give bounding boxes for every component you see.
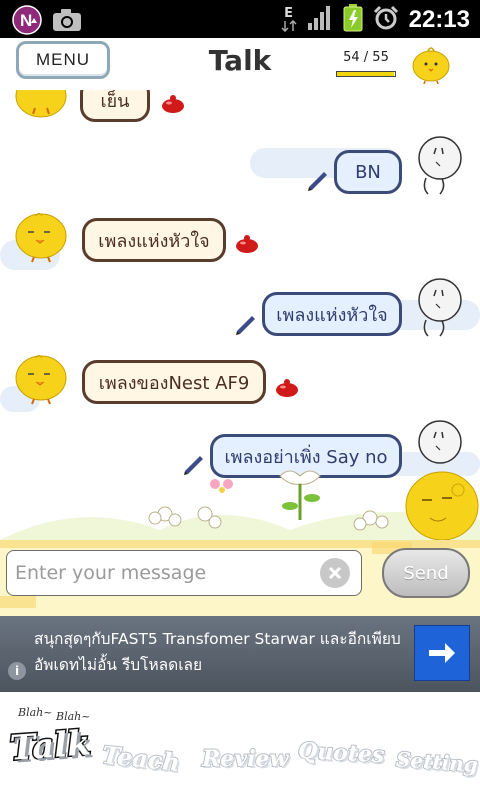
message-input[interactable] [6,550,362,596]
page-title: Talk [208,44,272,77]
tab-setting[interactable]: Setting [394,746,479,778]
chick-avatar-icon [14,352,70,410]
notification-n-icon: N [12,5,42,39]
ad-open-button[interactable] [414,625,470,681]
chat-area[interactable]: เย็น BN เพลงแห่งหัวใจ เพลงแห่งหัวใจ เพลง… [0,90,480,540]
stripe-decoration [0,596,36,608]
title-bar: MENU Talk 54 / 55 [0,38,480,90]
delete-bomb-icon[interactable] [234,232,260,258]
white-ghost-avatar-icon [412,278,464,342]
counter-progress-fill [337,72,394,76]
tab-talk[interactable]: Talk [7,722,93,771]
network-e-icon: E [281,7,297,32]
flower-scenery [0,470,480,540]
chick-avatar-icon [14,210,70,268]
edit-pencil-icon[interactable] [306,168,330,196]
message-bubble-sent: BN [334,150,402,194]
composer: Send [0,540,480,616]
white-ghost-avatar-icon [412,136,464,200]
tab-teach[interactable]: Teach [100,739,183,778]
delete-bomb-icon[interactable] [160,92,186,118]
ad-banner[interactable]: สนุกสุดๆกับFAST5 Transfomer Starwar และอ… [0,616,480,692]
tab-review[interactable]: Review [201,745,289,773]
clock: 22:13 [408,6,470,33]
status-bar: N E 22:13 [0,0,480,38]
message-bubble-sent: เพลงแห่งหัวใจ [262,292,402,336]
delete-bomb-icon[interactable] [274,376,300,402]
message-bubble-received: เพลงแห่งหัวใจ [82,218,226,262]
tab-quotes[interactable]: Quotes [296,737,386,769]
arrow-right-icon [429,643,455,663]
battery-charging-icon [343,4,363,36]
blah-decoration: Blah~ [56,710,91,723]
camera-icon [52,8,82,36]
clear-input-button[interactable] [320,558,350,588]
message-bubble-received: เย็น [80,90,150,122]
send-button[interactable]: Send [382,548,470,598]
alarm-icon [373,5,399,35]
blah-decoration: Blah~ [18,706,53,719]
svg-text:N: N [20,11,32,30]
chick-avatar-icon [14,90,70,126]
signal-icon [307,5,333,35]
counter-progress-bar [336,71,396,77]
chick-mascot-icon [410,44,454,88]
message-bubble-received: เพลงของNest AF9 [82,360,266,404]
ad-text: สนุกสุดๆกับFAST5 Transfomer Starwar และอ… [34,630,401,674]
bottom-tab-bar: Blah~ Blah~ Talk Teach Review Quotes Set… [0,692,480,800]
close-icon [328,566,342,580]
edit-pencil-icon[interactable] [234,312,258,340]
message-counter: 54 / 55 [343,50,389,65]
info-icon[interactable]: i [8,662,26,680]
